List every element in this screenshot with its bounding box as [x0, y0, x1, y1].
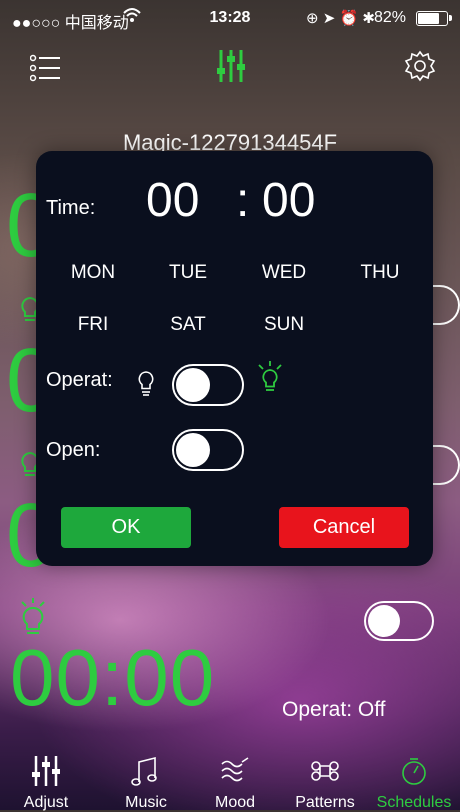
tab-bar: Adjust Music Mood Patterns Schedules: [0, 750, 460, 811]
operat-status: Operat: Off: [282, 698, 386, 721]
day-thu[interactable]: THU: [335, 262, 425, 284]
operat-label: Operat:: [46, 369, 113, 391]
command-icon: [311, 761, 339, 781]
battery-percent: 82%: [373, 9, 406, 26]
bg-toggle-partial: [430, 445, 460, 485]
status-bar: ●●○○○ 中国移动 13:28 ⊕ ➤ ⏰ ✱ 82%: [0, 0, 460, 36]
timer-icon: [402, 758, 426, 785]
day-wed[interactable]: WED: [239, 262, 329, 284]
day-sat[interactable]: SAT: [143, 314, 233, 336]
tab-label: Music: [125, 794, 167, 811]
tab-music[interactable]: Music: [100, 750, 192, 811]
minute-value[interactable]: 00: [262, 173, 315, 228]
sliders-icon: [32, 756, 60, 786]
tab-adjust[interactable]: Adjust: [0, 750, 92, 811]
bg-toggle-partial: [430, 285, 460, 325]
tab-mood[interactable]: Mood: [189, 750, 281, 811]
status-icons: ⊕ ➤ ⏰ ✱: [306, 10, 375, 27]
cancel-button[interactable]: Cancel: [279, 507, 409, 548]
sliders-icon[interactable]: [216, 50, 246, 82]
music-note-icon: [131, 756, 157, 786]
mood-waves-icon: [221, 757, 249, 782]
tab-schedules[interactable]: Schedules: [368, 750, 460, 811]
top-nav: [0, 36, 460, 98]
hour-value[interactable]: 00: [146, 173, 199, 228]
tab-label: Patterns: [295, 794, 355, 811]
operat-switch[interactable]: [172, 364, 244, 406]
schedule-time[interactable]: 00:00: [10, 632, 215, 724]
battery-icon: [416, 11, 452, 26]
tab-label: Mood: [214, 794, 256, 811]
day-fri[interactable]: FRI: [48, 314, 138, 336]
schedule-dialog: Time: 00 : 00 MON TUE WED THU FRI SAT SU…: [36, 151, 433, 566]
open-label: Open:: [46, 439, 101, 461]
gear-icon[interactable]: [404, 50, 436, 82]
operat-toggle[interactable]: [364, 601, 434, 641]
tab-label: Adjust: [23, 794, 69, 811]
tab-patterns[interactable]: Patterns: [279, 750, 371, 811]
battery-fill: [418, 13, 439, 24]
tab-label: Schedules: [376, 794, 452, 811]
bulb-on-icon: [256, 361, 284, 400]
bulb-off-icon: [136, 370, 156, 403]
open-switch[interactable]: [172, 429, 244, 471]
day-sun[interactable]: SUN: [239, 314, 329, 336]
menu-icon[interactable]: [29, 54, 60, 82]
time-colon: :: [236, 174, 250, 227]
day-tue[interactable]: TUE: [143, 262, 233, 284]
ok-button[interactable]: OK: [61, 507, 191, 548]
time-label: Time:: [46, 197, 96, 219]
day-mon[interactable]: MON: [48, 262, 138, 284]
